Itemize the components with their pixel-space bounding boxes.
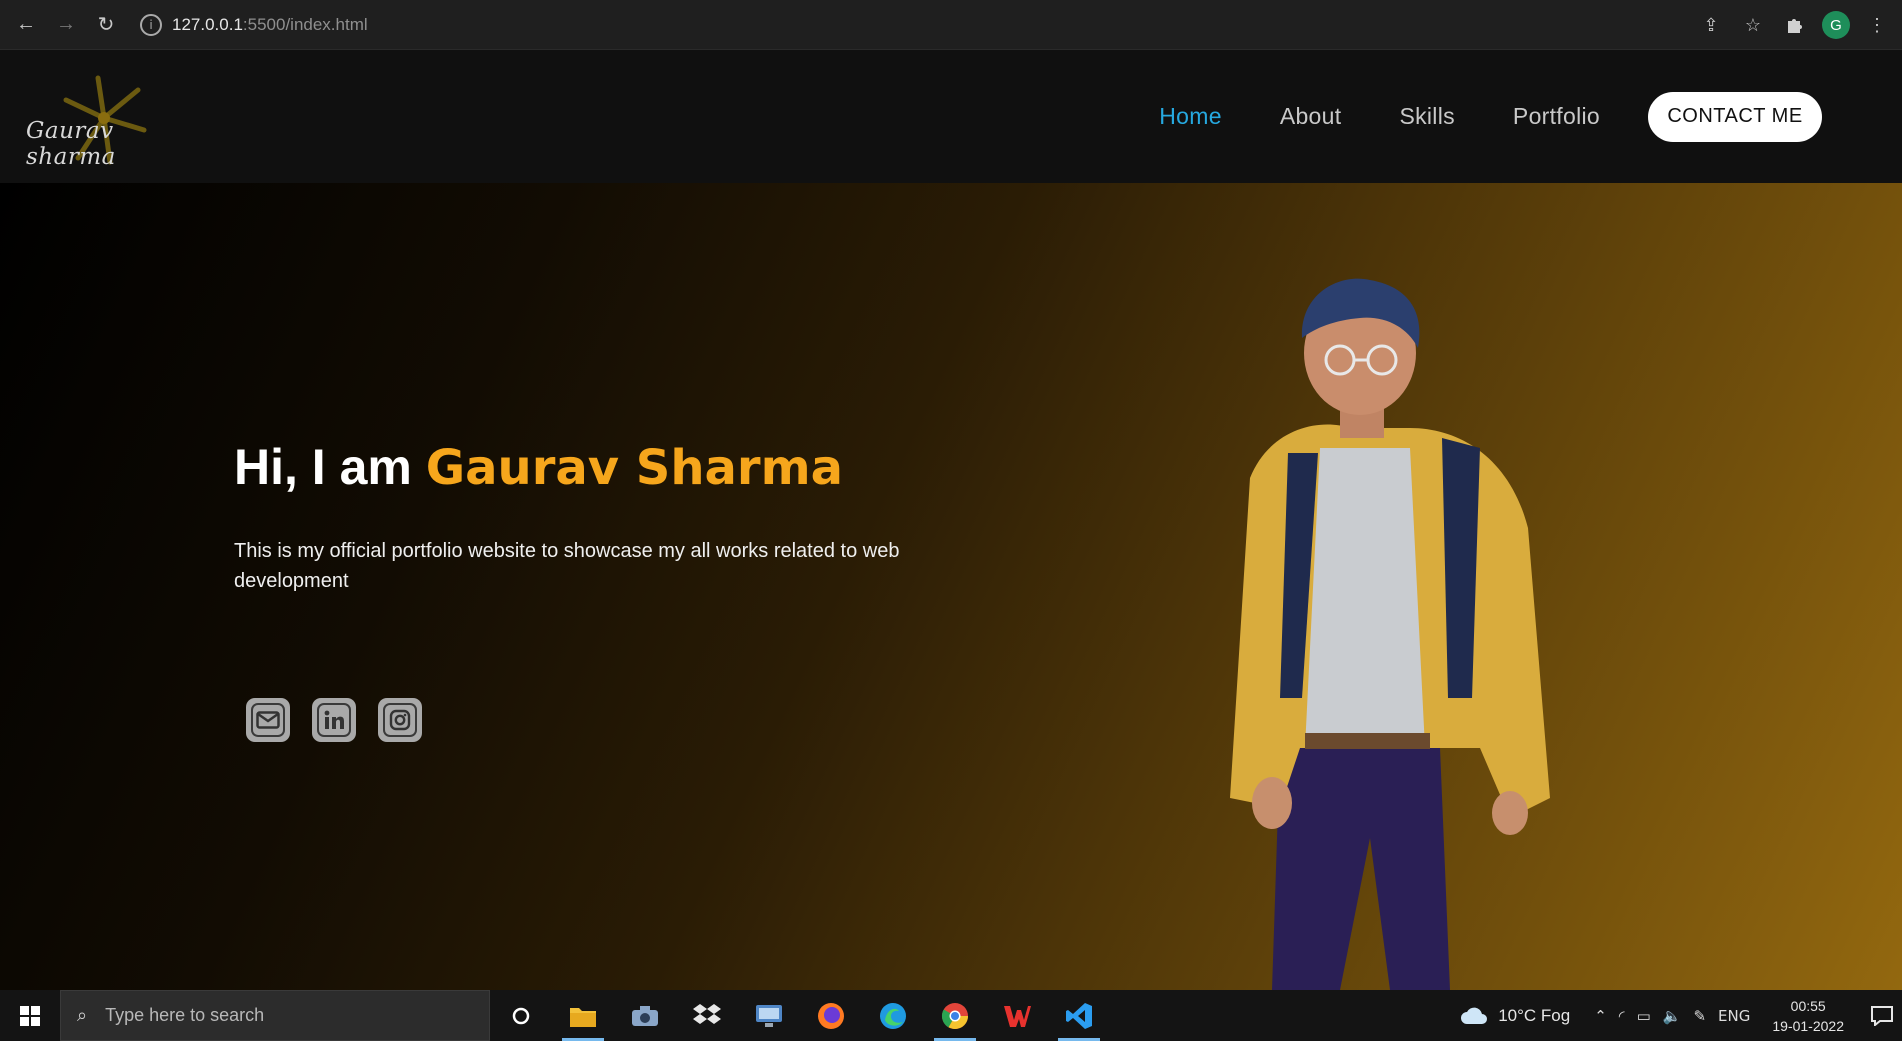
clock-date: 19-01-2022 bbox=[1772, 1017, 1844, 1034]
forward-button[interactable]: → bbox=[46, 5, 86, 45]
hero-name: Gaurav Sharma bbox=[425, 440, 843, 496]
hero-description: This is my official portfolio website to… bbox=[234, 540, 900, 592]
start-button[interactable] bbox=[0, 990, 60, 1041]
notification-button[interactable] bbox=[1862, 990, 1902, 1041]
reload-icon: ↻ bbox=[97, 14, 115, 36]
taskbar-wps[interactable] bbox=[986, 990, 1048, 1041]
windows-logo-icon bbox=[20, 1005, 40, 1026]
kebab-menu-icon: ⋮ bbox=[1868, 14, 1886, 35]
system-tray: 10°C Fog ⌃ ◜ ▭ 🔈 ✎ ENG 00:55 19-01-2022 bbox=[1460, 990, 1902, 1041]
weather-widget[interactable]: 10°C Fog bbox=[1460, 1006, 1570, 1026]
notification-icon bbox=[1871, 1005, 1893, 1026]
monitor-icon bbox=[756, 1004, 782, 1027]
bookmark-button[interactable]: ☆ bbox=[1738, 10, 1768, 40]
pen-icon[interactable]: ✎ bbox=[1693, 1007, 1706, 1025]
dropbox-icon bbox=[693, 1003, 721, 1024]
firefox-icon bbox=[818, 1002, 844, 1029]
taskbar-remote-desktop[interactable] bbox=[738, 990, 800, 1041]
chevron-up-icon[interactable]: ⌃ bbox=[1594, 1007, 1607, 1025]
nav-about[interactable]: About bbox=[1280, 103, 1342, 130]
clock-time: 00:55 bbox=[1790, 997, 1826, 1014]
edge-icon bbox=[880, 1002, 906, 1029]
nav-home[interactable]: Home bbox=[1159, 103, 1222, 130]
hero-section: Hi, I am Gaurav Sharma This is my offici… bbox=[0, 183, 1902, 990]
camera-icon bbox=[632, 1005, 658, 1026]
logo-text: Gaurav sharma bbox=[26, 118, 116, 170]
hero-greeting: Hi, I am bbox=[234, 439, 426, 495]
taskbar-firefox[interactable] bbox=[800, 990, 862, 1041]
wps-icon bbox=[1004, 1005, 1031, 1027]
email-link[interactable] bbox=[246, 698, 290, 742]
folder-icon bbox=[570, 1007, 596, 1027]
taskbar-dropbox[interactable] bbox=[676, 990, 738, 1041]
extensions-button[interactable] bbox=[1780, 10, 1810, 40]
back-button[interactable]: ← bbox=[6, 5, 46, 45]
cloud-icon bbox=[1461, 1007, 1488, 1024]
linkedin-icon bbox=[324, 710, 344, 729]
taskbar-chrome[interactable] bbox=[924, 990, 986, 1041]
taskbar-camera[interactable] bbox=[614, 990, 676, 1041]
reload-button[interactable]: ↻ bbox=[86, 5, 126, 45]
share-button[interactable]: ⇪ bbox=[1696, 10, 1726, 40]
url-host: 127.0.0.1 bbox=[172, 14, 243, 34]
taskbar-search[interactable]: ⌕ Type here to search bbox=[60, 990, 490, 1041]
share-icon: ⇪ bbox=[1703, 14, 1719, 35]
nav-portfolio[interactable]: Portfolio bbox=[1513, 103, 1600, 130]
task-view-button[interactable] bbox=[490, 990, 552, 1041]
site-header: Gaurav sharma Home About Skills Portfoli… bbox=[0, 50, 1902, 183]
taskbar-file-explorer[interactable] bbox=[552, 990, 614, 1041]
main-nav: Home About Skills Portfolio CONTACT ME bbox=[1159, 50, 1902, 183]
cortana-icon bbox=[512, 1007, 530, 1024]
url-path: :5500/index.html bbox=[242, 14, 368, 34]
volume-icon[interactable]: 🔈 bbox=[1663, 1007, 1682, 1025]
nav-skills[interactable]: Skills bbox=[1399, 103, 1454, 130]
address-bar[interactable]: i 127.0.0.1:5500/index.html bbox=[140, 8, 1700, 42]
arrow-left-icon: ← bbox=[16, 13, 36, 35]
browser-toolbar: ← → ↻ i 127.0.0.1:5500/index.html ⇪ ☆ G … bbox=[0, 0, 1902, 50]
network-icon[interactable]: ◜ bbox=[1619, 1007, 1625, 1025]
hero-title: Hi, I am Gaurav Sharma bbox=[234, 438, 843, 496]
site-info-icon[interactable]: i bbox=[140, 13, 162, 36]
contact-me-button[interactable]: CONTACT ME bbox=[1648, 91, 1822, 142]
mail-icon bbox=[256, 711, 280, 729]
logo[interactable]: Gaurav sharma bbox=[26, 70, 186, 170]
social-links bbox=[246, 698, 422, 742]
star-icon: ☆ bbox=[1744, 14, 1762, 35]
language-indicator[interactable]: ENG bbox=[1718, 1007, 1750, 1025]
vscode-icon bbox=[1066, 1002, 1092, 1029]
taskbar-vscode[interactable] bbox=[1048, 990, 1110, 1041]
chrome-icon bbox=[941, 1002, 969, 1029]
weather-text: 10°C Fog bbox=[1498, 1005, 1571, 1025]
menu-button[interactable]: ⋮ bbox=[1862, 10, 1892, 40]
taskbar: ⌕ Type here to search 10°C Fog ⌃ ◜ ▭ 🔈 ✎… bbox=[0, 990, 1902, 1041]
instagram-icon bbox=[389, 709, 411, 731]
instagram-link[interactable] bbox=[378, 698, 422, 742]
taskbar-edge[interactable] bbox=[862, 990, 924, 1041]
taskbar-search-placeholder: Type here to search bbox=[105, 1005, 265, 1025]
profile-avatar[interactable]: G bbox=[1822, 11, 1850, 39]
search-icon: ⌕ bbox=[77, 1005, 88, 1026]
profile-photo bbox=[1230, 278, 1550, 990]
battery-icon[interactable]: ▭ bbox=[1637, 1007, 1651, 1025]
arrow-right-icon: → bbox=[56, 13, 76, 35]
linkedin-link[interactable] bbox=[312, 698, 356, 742]
clock[interactable]: 00:55 19-01-2022 bbox=[1772, 996, 1844, 1036]
puzzle-icon bbox=[1788, 19, 1802, 33]
